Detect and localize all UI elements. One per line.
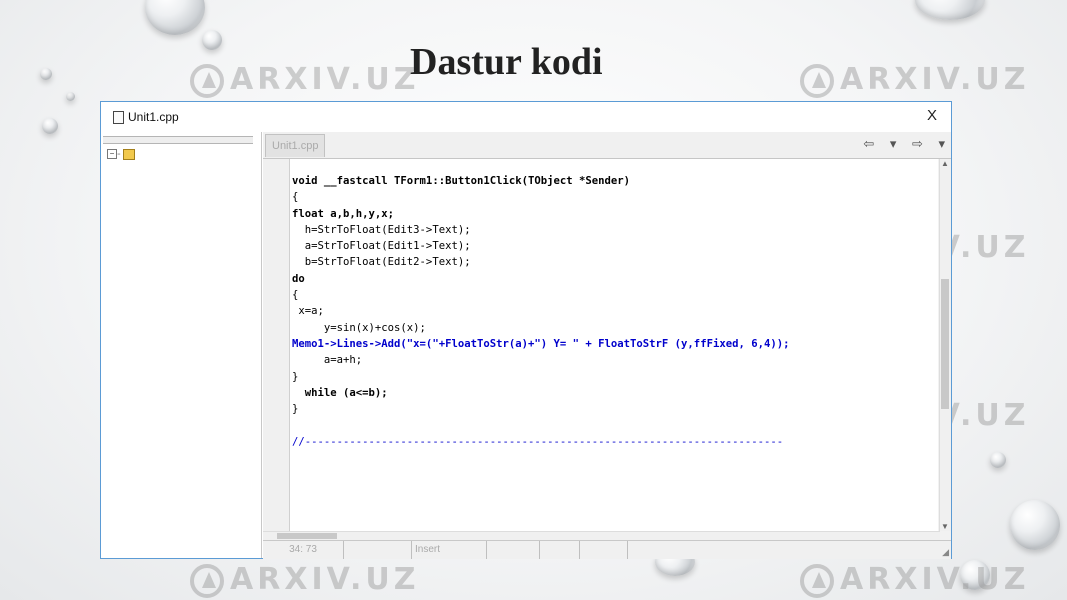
vertical-scrollbar[interactable]: ▲ ▼ [939, 159, 951, 531]
water-drop-decoration [990, 452, 1006, 468]
arxiv-logo-icon [190, 63, 224, 98]
arxiv-logo-icon [800, 63, 834, 98]
line-gutter [263, 159, 290, 531]
status-bar: 34: 73 Insert ◢ [263, 540, 951, 559]
slide-title: Dastur kodi [410, 41, 603, 83]
panel-splitter[interactable] [103, 136, 253, 144]
explorer-tree: − - [107, 148, 135, 160]
watermark: ARXIV.UZ [190, 562, 419, 598]
code-line: void __fastcall TForm1::Button1Click(TOb… [292, 175, 631, 187]
water-drop-decoration [42, 118, 58, 134]
editor-tabbar: Unit1.cpp ⇦ ▾ ⇨ ▾ [263, 132, 951, 159]
code-line: while (a<=b); [292, 386, 388, 399]
code-line: Memo1->Lines->Add("x=("+FloatToStr(a)+")… [292, 337, 790, 350]
code-line: b=StrToFloat(Edit2->Text); [292, 256, 471, 269]
water-drop-decoration [40, 68, 52, 80]
arxiv-logo-icon [800, 563, 834, 598]
water-drop-decoration [1010, 500, 1060, 550]
water-drop-decoration [915, 0, 985, 20]
status-tab[interactable] [487, 541, 540, 559]
class-explorer-panel: − - [103, 132, 262, 558]
watermark: ARXIV.UZ [800, 62, 1029, 98]
status-modified [343, 541, 412, 559]
code-line: //--------------------------------------… [292, 435, 784, 448]
status-tab[interactable] [579, 541, 628, 559]
window-title: Unit1.cpp [128, 110, 179, 124]
code-line: h=StrToFloat(Edit3->Text); [292, 223, 471, 236]
editor-window: Unit1.cpp X − - Unit1.cpp ⇦ ▾ ⇨ ▾ void __… [100, 101, 952, 559]
code-line: } [292, 370, 299, 383]
code-line: a=a+h; [292, 354, 363, 367]
code-line: a=StrToFloat(Edit1->Text); [292, 240, 471, 253]
tab-unit1-cpp[interactable]: Unit1.cpp [265, 134, 326, 157]
expand-collapse-icon[interactable]: − [107, 149, 117, 160]
water-drop-decoration [145, 0, 205, 35]
code-line: } [292, 403, 299, 416]
code-line: float a,b,h,y,x; [292, 207, 395, 220]
code-line: { [292, 191, 299, 204]
status-tab[interactable] [539, 541, 580, 559]
document-icon [113, 111, 124, 124]
navigation-arrows-icon[interactable]: ⇦ ▾ ⇨ ▾ [863, 136, 951, 152]
arxiv-logo-icon [190, 563, 224, 598]
code-line: { [292, 289, 299, 302]
scroll-up-icon[interactable]: ▲ [941, 159, 949, 168]
scrollbar-thumb[interactable] [941, 279, 949, 409]
resize-grip-icon[interactable]: ◢ [942, 547, 949, 558]
code-line: do [292, 272, 305, 285]
water-drop-decoration [66, 92, 75, 101]
folder-icon[interactable] [122, 148, 135, 160]
window-titlebar[interactable]: Unit1.cpp X [101, 102, 951, 132]
cursor-position: 34: 73 [263, 541, 344, 559]
watermark: ARXIV.UZ [800, 562, 1029, 598]
water-drop-decoration [202, 30, 222, 50]
code-area[interactable]: void __fastcall TForm1::Button1Click(TOb… [290, 159, 938, 531]
watermark: ARXIV.UZ [190, 62, 419, 98]
insert-mode: Insert [411, 541, 487, 559]
scrollbar-thumb[interactable] [277, 533, 337, 539]
code-editor: Unit1.cpp ⇦ ▾ ⇨ ▾ void __fastcall TForm1… [263, 132, 951, 559]
code-text[interactable]: void __fastcall TForm1::Button1Click(TOb… [290, 159, 938, 450]
scroll-down-icon[interactable]: ▼ [941, 522, 949, 531]
code-line: y=sin(x)+cos(x); [292, 321, 426, 334]
code-line: x=a; [292, 305, 324, 318]
close-button[interactable]: X [927, 107, 937, 124]
